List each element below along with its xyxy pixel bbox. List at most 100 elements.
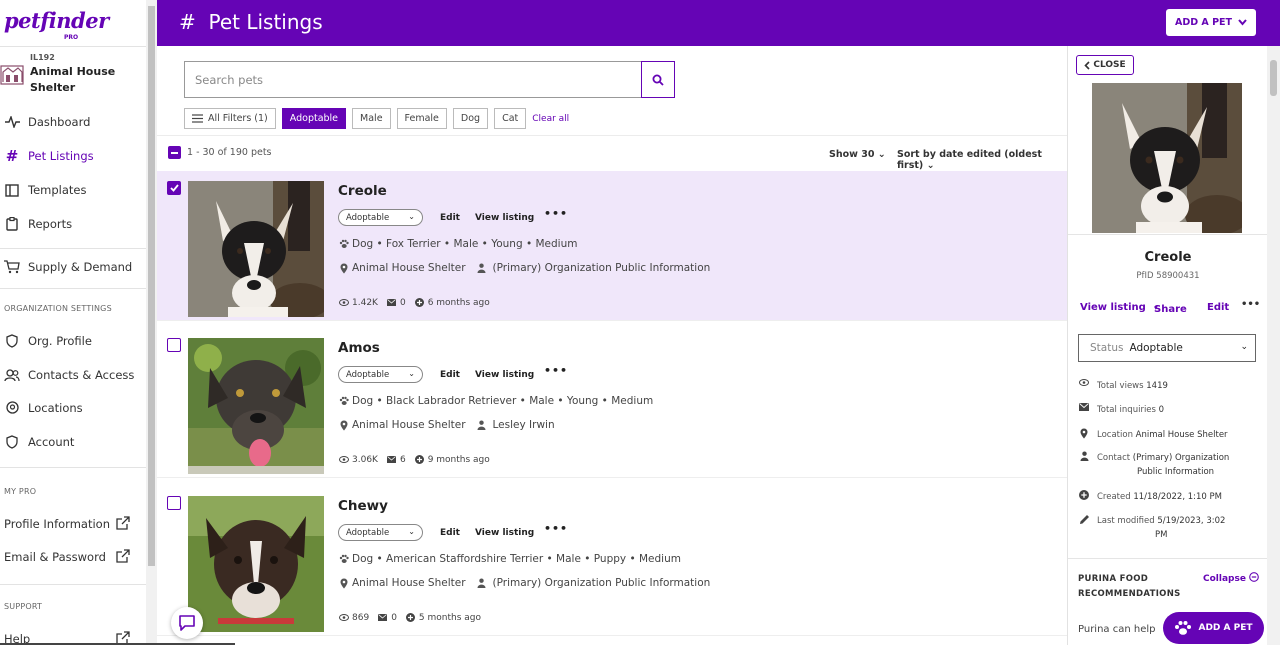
more-options-icon[interactable]: ••• <box>544 364 568 377</box>
pet-views: 869 <box>352 612 370 623</box>
total-views-label: Total views <box>1097 381 1144 391</box>
shield-icon <box>4 434 20 450</box>
pet-row-checkbox[interactable] <box>167 181 181 195</box>
pet-photo[interactable] <box>188 181 324 317</box>
nav-supply-label: Supply & Demand <box>28 260 133 274</box>
plus-circle-icon <box>1078 490 1090 500</box>
templates-icon <box>4 182 20 198</box>
pet-row-checkbox[interactable] <box>167 338 181 352</box>
search-input[interactable]: Search pets <box>184 61 642 98</box>
pet-photo[interactable] <box>188 496 324 632</box>
pet-name[interactable]: Chewy <box>338 498 388 514</box>
pet-age: 6 months ago <box>427 297 490 308</box>
total-views-value: 1419 <box>1146 381 1168 391</box>
show-per-page-select[interactable]: Show 30 ⌄ <box>829 149 886 160</box>
collapse-label: Collapse <box>1203 574 1246 584</box>
pet-view-listing-button[interactable]: View listing <box>475 528 534 538</box>
chat-button[interactable] <box>171 607 203 639</box>
info-total-inquiries: Total inquiries 0 <box>1078 403 1258 417</box>
nav-templates[interactable]: Templates <box>4 179 86 201</box>
close-panel-button[interactable]: CLOSE <box>1076 55 1134 75</box>
nav-supply-demand[interactable]: Supply & Demand <box>4 256 132 278</box>
panel-divider <box>1068 558 1267 559</box>
paw-icon <box>338 554 349 565</box>
pet-location-text: Animal House Shelter <box>352 419 466 431</box>
pet-contact-text: (Primary) Organization Public Informatio… <box>492 262 711 274</box>
add-a-pet-button[interactable]: ADD A PET <box>1166 9 1256 36</box>
more-options-icon[interactable]: ••• <box>544 207 568 220</box>
filter-chip-female[interactable]: Female <box>396 108 447 129</box>
pet-row[interactable]: Creole Adoptable ⌄ Edit View listing ••• … <box>157 171 1067 321</box>
sidebar-scrollbar[interactable] <box>146 0 157 645</box>
pet-inquiries: 0 <box>391 612 397 623</box>
plus-circle-icon <box>405 612 416 623</box>
filters-divider <box>157 135 1067 136</box>
filter-chip-male[interactable]: Male <box>352 108 391 129</box>
filter-chip-cat[interactable]: Cat <box>494 108 527 129</box>
pet-edit-button[interactable]: Edit <box>440 528 460 538</box>
pet-view-listing-button[interactable]: View listing <box>475 213 534 223</box>
search-button[interactable] <box>641 61 675 98</box>
chevron-left-icon <box>1084 60 1090 70</box>
collapse-button[interactable]: Collapse <box>1203 572 1259 584</box>
panel-view-listing-link[interactable]: View listing <box>1080 302 1146 313</box>
pet-photo[interactable] <box>188 338 324 474</box>
pet-status-select[interactable]: Adoptable ⌄ <box>338 366 423 383</box>
pet-edit-button[interactable]: Edit <box>440 370 460 380</box>
nav-dashboard[interactable]: Dashboard <box>4 111 90 133</box>
pet-view-listing-button[interactable]: View listing <box>475 370 534 380</box>
panel-scrollbar-thumb[interactable] <box>1270 60 1277 96</box>
pet-detail-photo[interactable] <box>1092 83 1242 233</box>
more-options-icon[interactable]: ••• <box>544 522 568 535</box>
person-icon <box>476 578 487 589</box>
clear-all-link[interactable]: Clear all <box>532 114 569 124</box>
panel-status-select[interactable]: Status Adoptable ⌄ <box>1078 334 1256 362</box>
external-link-icon[interactable] <box>116 549 130 563</box>
all-filters-button[interactable]: All Filters (1) <box>184 108 276 129</box>
pet-edit-button[interactable]: Edit <box>440 213 460 223</box>
select-all-checkbox[interactable] <box>168 146 181 159</box>
pet-row[interactable]: Amos Adoptable ⌄ Edit View listing ••• Do… <box>157 328 1067 478</box>
nav-org-profile[interactable]: Org. Profile <box>4 330 92 352</box>
floating-add-pet-button[interactable]: ADD A PET <box>1163 612 1264 644</box>
pet-status-select[interactable]: Adoptable ⌄ <box>338 209 423 226</box>
pet-detail-name: Creole <box>1144 250 1192 265</box>
nav-contacts-access[interactable]: Contacts & Access <box>4 364 134 386</box>
pet-status-select[interactable]: Adoptable ⌄ <box>338 524 423 541</box>
page-title: # Pet Listings <box>179 10 323 34</box>
nav-locations[interactable]: Locations <box>4 397 83 419</box>
petfinder-logo[interactable]: petfinder <box>4 8 109 33</box>
sort-select[interactable]: Sort by date edited (oldest first) ⌄ <box>897 149 1067 171</box>
nav-contacts-label: Contacts & Access <box>28 368 135 382</box>
filter-chip-adoptable[interactable]: Adoptable <box>281 108 347 129</box>
nav-pet-listings-label: Pet Listings <box>28 149 94 163</box>
map-pin-icon <box>338 263 349 274</box>
panel-more-icon[interactable]: ••• <box>1241 299 1260 310</box>
users-icon <box>4 367 20 383</box>
contact-value-line2: Public Information <box>1137 467 1215 477</box>
nav-email-password[interactable]: Email & Password <box>4 546 106 568</box>
pet-name[interactable]: Creole <box>338 183 387 199</box>
section-support: SUPPORT <box>4 602 43 611</box>
nav-reports[interactable]: Reports <box>4 213 72 235</box>
nav-account[interactable]: Account <box>4 431 74 453</box>
pencil-icon <box>1078 514 1090 525</box>
app-root: petfinder PRO IL192 Animal House Shelter… <box>0 0 1280 645</box>
info-contact: Contact (Primary) Organization Public Inf… <box>1078 451 1258 479</box>
external-link-icon[interactable] <box>116 516 130 530</box>
nav-profile-information[interactable]: Profile Information <box>4 513 110 535</box>
nav-email-password-label: Email & Password <box>4 550 106 564</box>
eye-icon <box>338 454 349 465</box>
sidebar-scrollbar-thumb[interactable] <box>148 6 155 566</box>
plus-circle-icon <box>414 454 425 465</box>
pet-row-checkbox[interactable] <box>167 496 181 510</box>
paw-icon <box>338 239 349 250</box>
pet-row[interactable]: Chewy Adoptable ⌄ Edit View listing ••• D… <box>157 486 1067 636</box>
panel-edit-link[interactable]: Edit <box>1207 302 1229 313</box>
panel-scrollbar[interactable] <box>1267 46 1280 645</box>
nav-pet-listings[interactable]: # Pet Listings <box>4 145 94 167</box>
info-last-modified: Last modified 5/19/2023, 3:02 PM <box>1078 514 1258 542</box>
pet-name[interactable]: Amos <box>338 340 380 356</box>
filter-chip-dog[interactable]: Dog <box>452 108 489 129</box>
sidebar-divider <box>0 46 146 47</box>
